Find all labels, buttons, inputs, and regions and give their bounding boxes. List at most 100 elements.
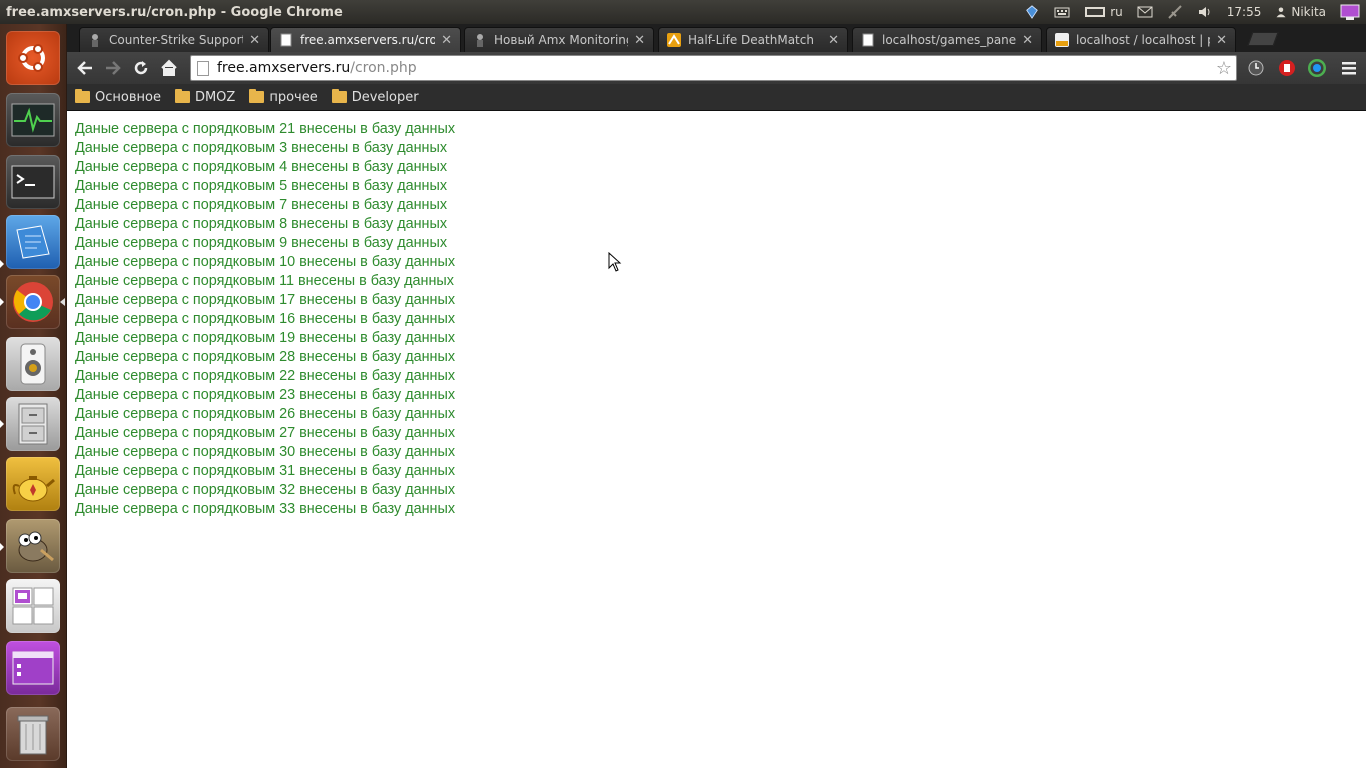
sound-indicator[interactable] [1190, 0, 1220, 24]
forward-arrow-icon [106, 61, 121, 75]
folder-icon [174, 89, 190, 103]
forward-button[interactable] [101, 56, 125, 80]
status-line: Даные сервера с порядковым 9 внесены в б… [75, 235, 448, 251]
bookmark-folder-prochee[interactable]: прочее [249, 89, 318, 105]
tab-1[interactable]: free.amxservers.ru/cron.ph ✕ [270, 27, 461, 52]
new-tab-button[interactable] [1247, 32, 1279, 46]
launcher-focused-indicator [60, 298, 65, 306]
adblock-extension-icon[interactable] [1278, 59, 1296, 77]
tab-4-title: localhost/games_panels/m [882, 33, 1017, 47]
close-icon[interactable]: ✕ [441, 33, 452, 48]
keyboard-indicator[interactable] [1047, 0, 1077, 24]
launcher-running-indicator [0, 298, 4, 306]
status-line: Даные сервера с порядковым 23 внесены в … [75, 387, 456, 403]
status-line: Даные сервера с порядковым 17 внесены в … [75, 292, 456, 308]
dropbox-indicator[interactable] [1017, 0, 1047, 24]
status-line: Даные сервера с порядковым 28 внесены в … [75, 349, 456, 365]
teapot-icon [12, 476, 55, 502]
mouse-pointer-icon [608, 252, 622, 272]
launcher-ubuntu-home[interactable] [6, 31, 60, 85]
launcher-workspace-switcher[interactable] [6, 579, 60, 633]
launcher-running-indicator [0, 260, 4, 268]
keyboard-layout-indicator[interactable]: ru [1077, 0, 1130, 24]
keyboard-layout-icon [1085, 7, 1106, 17]
tab-5[interactable]: localhost / localhost | php ✕ [1046, 27, 1236, 52]
page-favicon-icon [280, 33, 292, 47]
clock[interactable]: 17:55 [1220, 0, 1269, 24]
folder-icon [249, 89, 265, 103]
bookmarks-bar: Основное DMOZ прочее Developer [67, 84, 1366, 111]
messaging-indicator[interactable] [1130, 0, 1160, 24]
chrome-menu-icon[interactable] [1340, 59, 1358, 77]
tab-0[interactable]: Counter-Strike Support Co ✕ [79, 27, 269, 52]
reload-button[interactable] [129, 56, 153, 80]
status-line: Даные сервера с порядковым 8 внесены в б… [75, 216, 448, 232]
chrome-icon [13, 282, 53, 322]
blue-document-icon [16, 225, 50, 259]
cs-favicon-icon [477, 34, 483, 47]
session-indicator[interactable] [1333, 0, 1366, 24]
launcher-running-indicator [0, 420, 4, 428]
cs-favicon-icon [92, 34, 98, 47]
network-indicator[interactable] [1160, 0, 1190, 24]
tab-1-title: free.amxservers.ru/cron.ph [300, 33, 436, 47]
user-indicator[interactable]: Nikita [1268, 0, 1333, 24]
page-icon [197, 60, 209, 76]
launcher-file-cabinet[interactable] [6, 397, 60, 451]
tab-5-title: localhost / localhost | php [1076, 33, 1210, 47]
dropbox-icon [1026, 5, 1039, 19]
bookmark-folder-osnovnoe[interactable]: Основное [75, 89, 161, 105]
status-line: Даные сервера с порядковым 3 внесены в б… [75, 140, 448, 156]
keyboard-layout-label: ru [1110, 5, 1123, 19]
launcher-speaker[interactable] [6, 337, 60, 391]
close-icon[interactable]: ✕ [1022, 33, 1033, 48]
launcher-chrome[interactable] [6, 275, 60, 329]
tab-2[interactable]: Новый Amx Monitoring 1. ✕ [464, 27, 654, 52]
system-tray: ru 17:55 Nikita [1017, 0, 1366, 24]
color-picker-extension-icon[interactable] [1308, 59, 1326, 77]
status-line: Даные сервера с порядковым 16 внесены в … [75, 311, 456, 327]
workspace-switcher-icon [12, 587, 54, 625]
home-button[interactable] [157, 56, 181, 80]
user-icon [1276, 7, 1286, 18]
close-icon[interactable]: ✕ [1216, 33, 1227, 48]
bookmark-folder-developer[interactable]: Developer [331, 89, 419, 105]
launcher-text-editor[interactable] [6, 215, 60, 269]
chrome-window: Counter-Strike Support Co ✕ free.amxserv… [67, 24, 1366, 768]
user-name: Nikita [1291, 5, 1326, 19]
launcher-teapot[interactable] [6, 457, 60, 511]
bookmark-label: Developer [351, 89, 419, 105]
close-icon[interactable]: ✕ [828, 33, 839, 48]
session-icon [1340, 4, 1360, 20]
top-panel: free.amxservers.ru/cron.php - Google Chr… [0, 0, 1366, 24]
home-icon [161, 59, 177, 76]
hl-favicon-icon [667, 33, 681, 47]
launcher-trash[interactable] [6, 707, 60, 761]
address-bar[interactable]: free.amxservers.ru/cron.php ☆ [190, 55, 1237, 81]
back-button[interactable] [73, 56, 97, 80]
ubuntu-logo-icon [18, 44, 45, 72]
bookmark-star-icon[interactable]: ☆ [1216, 58, 1232, 79]
terminal-icon [11, 165, 55, 199]
back-arrow-icon [77, 61, 92, 75]
launcher [0, 24, 67, 768]
status-line: Даные сервера с порядковым 31 внесены в … [75, 463, 456, 479]
trash-icon [17, 715, 49, 755]
keyboard-icon [1054, 7, 1070, 18]
launcher-terminal[interactable] [6, 155, 60, 209]
status-line: Даные сервера с порядковым 22 внесены в … [75, 368, 456, 384]
status-line: Даные сервера с порядковым 10 внесены в … [75, 254, 456, 270]
folder-icon [331, 89, 347, 103]
launcher-system-monitor[interactable] [6, 93, 60, 147]
status-line: Даные сервера с порядковым 27 внесены в … [75, 425, 456, 441]
launcher-gimp[interactable] [6, 519, 60, 573]
speaker-volume-icon [1198, 7, 1210, 17]
launcher-purple-app[interactable] [6, 641, 60, 695]
tab-4[interactable]: localhost/games_panels/m ✕ [852, 27, 1042, 52]
clock-extension-icon[interactable] [1247, 59, 1265, 77]
close-icon[interactable]: ✕ [634, 33, 645, 48]
close-icon[interactable]: ✕ [249, 33, 260, 48]
tab-3[interactable]: Half-Life DeathMatch ✕ [658, 27, 848, 52]
status-line: Даные сервера с порядковым 21 внесены в … [75, 121, 456, 137]
bookmark-folder-dmoz[interactable]: DMOZ [174, 89, 235, 105]
